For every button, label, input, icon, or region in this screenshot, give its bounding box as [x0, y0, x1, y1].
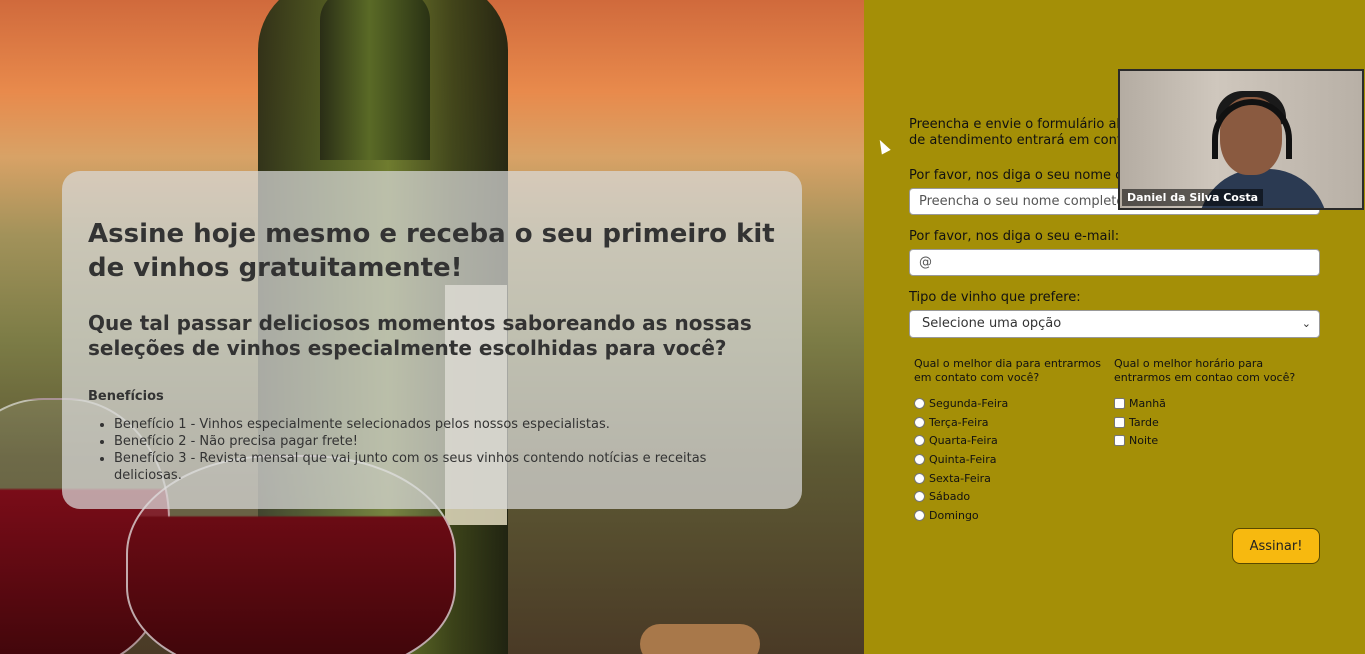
day-label: Terça-Feira	[929, 415, 989, 429]
time-option[interactable]: Tarde	[1114, 413, 1304, 432]
day-label: Segunda-Feira	[929, 396, 1009, 410]
day-label: Sexta-Feira	[929, 471, 991, 485]
submit-button[interactable]: Assinar!	[1232, 528, 1320, 564]
time-label: Tarde	[1129, 415, 1159, 429]
time-options-group: Qual o melhor horário para entrarmos em …	[1114, 357, 1304, 450]
video-call-overlay[interactable]: Daniel da Silva Costa	[1118, 69, 1364, 210]
wine-type-selected: Selecione uma opção	[922, 316, 1062, 331]
wine-type-label: Tipo de vinho que prefere:	[909, 290, 1081, 305]
checkbox[interactable]	[1114, 435, 1125, 447]
radio-button[interactable]	[914, 435, 925, 447]
day-label: Domingo	[929, 508, 979, 522]
time-label: Noite	[1129, 434, 1159, 448]
time-question: Qual o melhor horário para entrarmos em …	[1114, 357, 1296, 384]
benefit-item: Benefício 1 - Vinhos especialmente selec…	[114, 416, 776, 433]
day-label: Quinta-Feira	[929, 452, 997, 466]
promo-card: Assine hoje mesmo e receba o seu primeir…	[62, 171, 802, 509]
day-label: Sábado	[929, 490, 971, 504]
radio-button[interactable]	[914, 472, 925, 484]
day-option[interactable]: Quarta-Feira	[914, 431, 1104, 450]
checkbox[interactable]	[1114, 416, 1125, 428]
day-option[interactable]: Quinta-Feira	[914, 450, 1104, 469]
promo-subtitle: Que tal passar deliciosos momentos sabor…	[88, 311, 752, 360]
wine-type-select[interactable]: Selecione uma opção ⌄	[909, 310, 1320, 338]
day-question: Qual o melhor dia para entrarmos em cont…	[914, 357, 1101, 384]
chevron-down-icon: ⌄	[1301, 317, 1311, 330]
day-options-group: Qual o melhor dia para entrarmos em cont…	[914, 357, 1104, 525]
name-label: Por favor, nos diga o seu nome co	[909, 168, 1131, 183]
radio-button[interactable]	[914, 509, 925, 521]
hero-section: Assine hoje mesmo e receba o seu primeir…	[0, 0, 864, 654]
day-option[interactable]: Sexta-Feira	[914, 469, 1104, 488]
email-input[interactable]	[909, 249, 1320, 276]
wine-bottle-neck-image	[320, 0, 430, 160]
day-option[interactable]: Sábado	[914, 487, 1104, 506]
time-option[interactable]: Manhã	[1114, 394, 1304, 413]
participant-name: Daniel da Silva Costa	[1122, 189, 1264, 206]
radio-button[interactable]	[914, 491, 925, 503]
email-label: Por favor, nos diga o seu e-mail:	[909, 229, 1120, 244]
day-label: Quarta-Feira	[929, 434, 998, 448]
radio-button[interactable]	[914, 453, 925, 465]
time-label: Manhã	[1129, 396, 1166, 410]
cork-image	[640, 624, 760, 654]
benefits-heading: Benefícios	[88, 389, 164, 404]
benefit-item: Benefício 2 - Não precisa pagar frete!	[114, 433, 776, 450]
promo-title: Assine hoje mesmo e receba o seu primeir…	[88, 219, 775, 283]
day-option[interactable]: Terça-Feira	[914, 413, 1104, 432]
radio-button[interactable]	[914, 416, 925, 428]
benefit-item: Benefício 3 - Revista mensal que vai jun…	[114, 450, 776, 484]
checkbox[interactable]	[1114, 397, 1125, 409]
day-option[interactable]: Domingo	[914, 506, 1104, 525]
day-option[interactable]: Segunda-Feira	[914, 394, 1104, 413]
benefits-list: Benefício 1 - Vinhos especialmente selec…	[88, 416, 776, 484]
radio-button[interactable]	[914, 397, 925, 409]
time-option[interactable]: Noite	[1114, 431, 1304, 450]
